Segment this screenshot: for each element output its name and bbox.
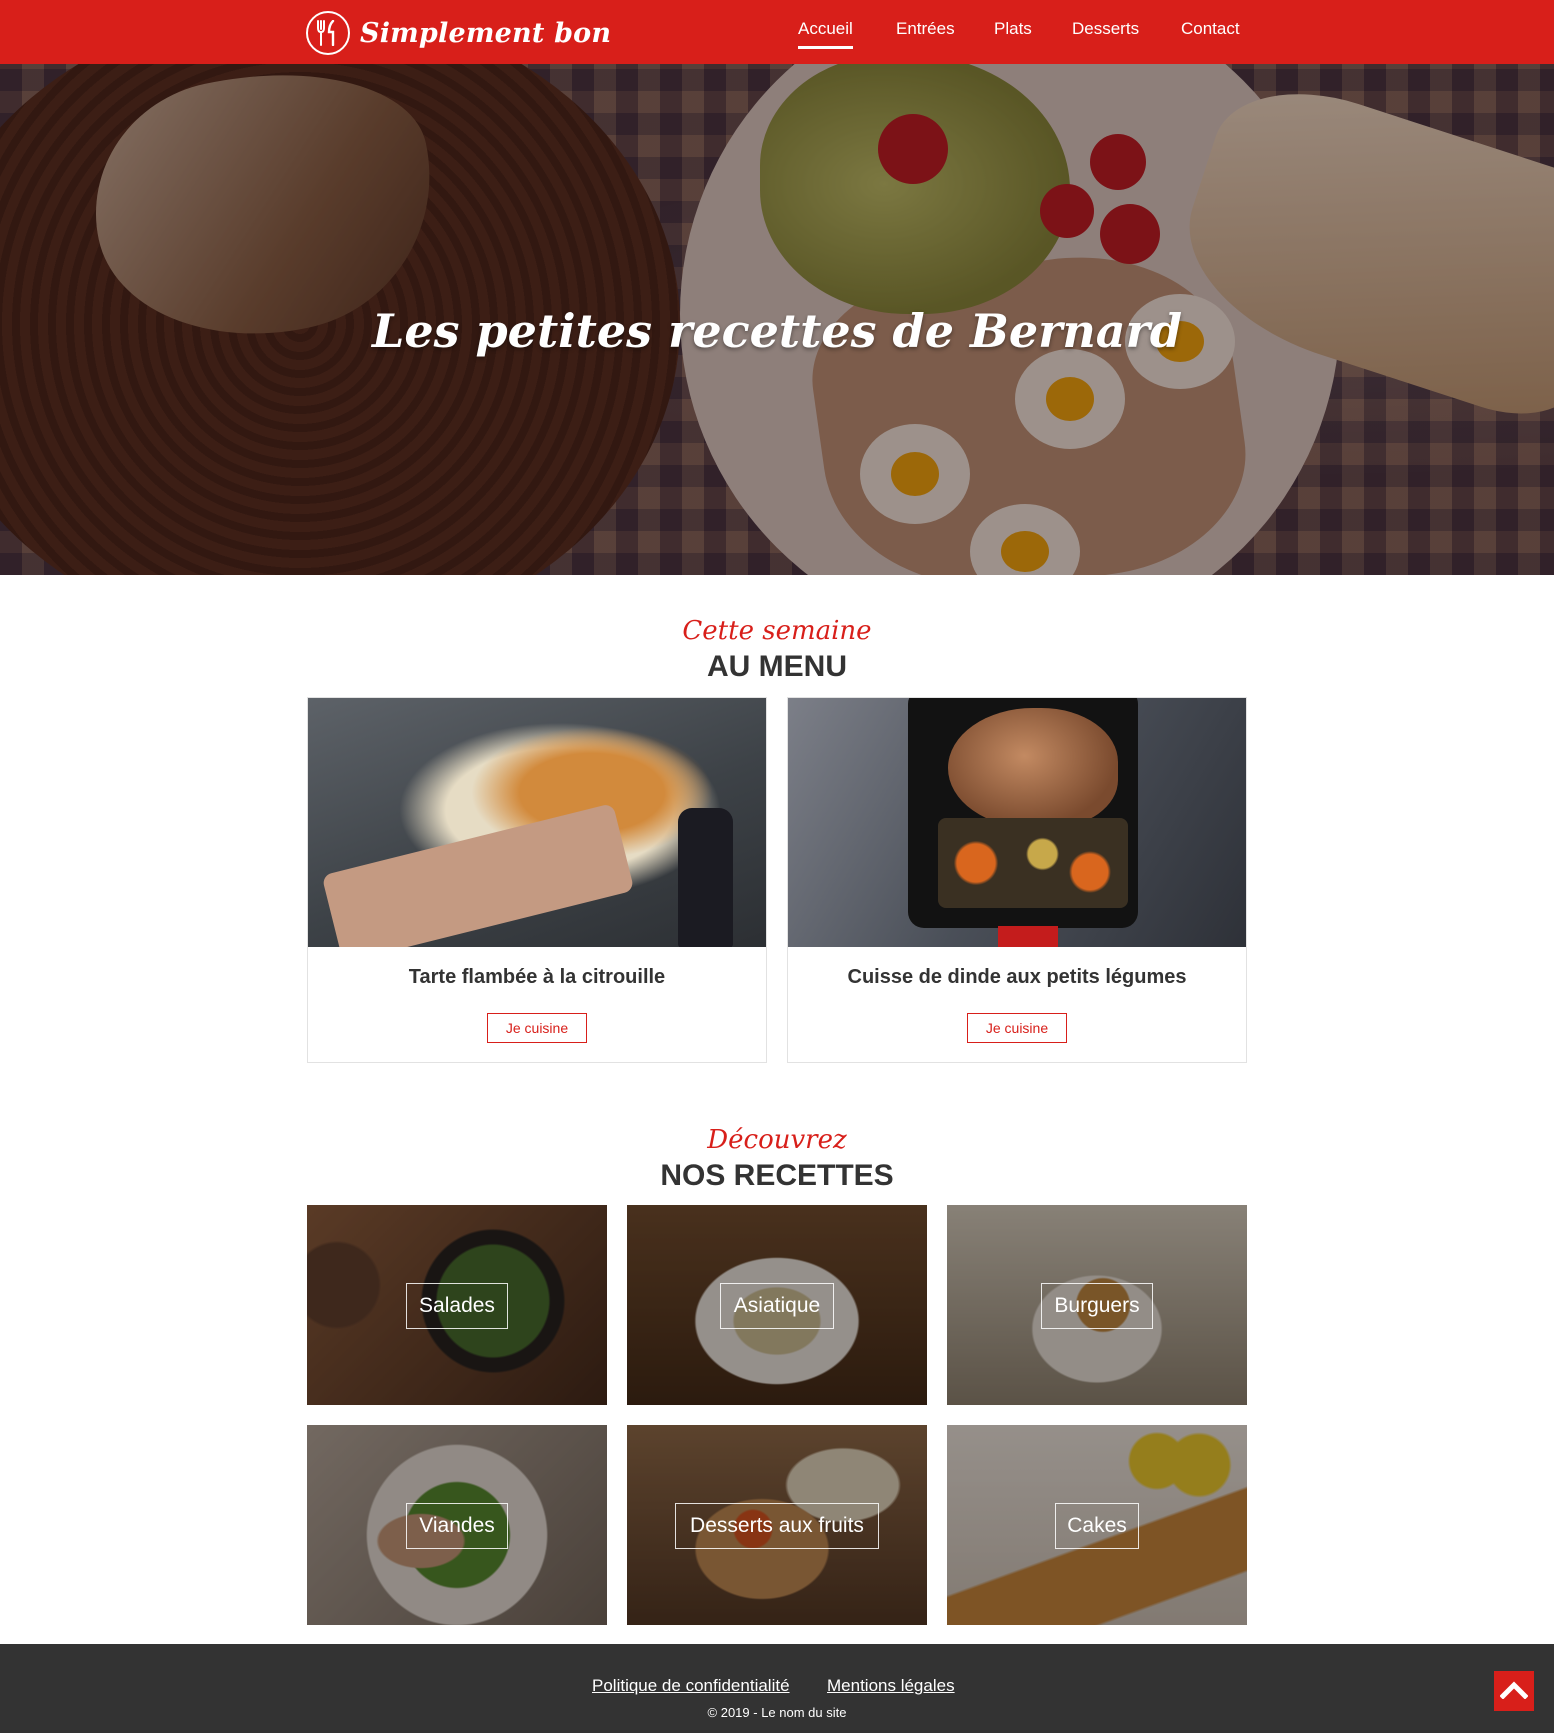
recipe-tile-label: Desserts aux fruits [675,1503,879,1549]
legal-notice-link[interactable]: Mentions légales [827,1676,955,1696]
recipes-section-title: NOS RECETTES [660,1159,894,1192]
site-logo[interactable]: Simplement bon [306,11,611,55]
recipe-tile-salades[interactable]: Salades [307,1205,607,1405]
main-nav: Accueil Entrées Plats Desserts Contact [790,0,1250,64]
recipe-tile-asiatique[interactable]: Asiatique [627,1205,927,1405]
copyright-text: © 2019 - Le nom du site [707,1705,847,1720]
pan-handle-graphic [998,926,1058,947]
fork-knife-icon [306,11,350,55]
nav-contact[interactable]: Contact [1181,19,1240,39]
bottle-graphic [678,808,733,947]
menu-card: Cuisse de dinde aux petits légumes Je cu… [787,697,1247,1063]
site-logo-text: Simplement bon [360,17,612,49]
menu-section-title: AU MENU [707,650,847,683]
nav-entrees[interactable]: Entrées [896,19,955,39]
nav-accueil[interactable]: Accueil [798,19,853,49]
cutting-board-graphic [321,803,635,947]
recipe-tile-label: Salades [406,1283,508,1329]
nav-desserts[interactable]: Desserts [1072,19,1139,39]
tarte-flambee-image [308,698,766,947]
roast-meat-graphic [948,708,1118,828]
menu-card-title: Cuisse de dinde aux petits légumes [847,966,1187,988]
hero-banner: Les petites recettes de Bernard [0,64,1554,575]
back-to-top-button[interactable] [1494,1671,1534,1711]
hero-title: Les petites recettes de Bernard [371,304,1183,358]
recipe-tile-cakes[interactable]: Cakes [947,1425,1247,1625]
recipe-tile-label: Cakes [1055,1503,1139,1549]
vegetables-graphic [938,818,1128,908]
nav-plats[interactable]: Plats [994,19,1032,39]
cuisse-dinde-image [788,698,1246,947]
recipe-tile-label: Burguers [1041,1283,1153,1329]
recipe-tile-burguers[interactable]: Burguers [947,1205,1247,1405]
recipe-tile-desserts-aux-fruits[interactable]: Desserts aux fruits [627,1425,927,1625]
menu-card-title: Tarte flambée à la citrouille [408,966,666,988]
privacy-policy-link[interactable]: Politique de confidentialité [592,1676,790,1696]
menu-section-script: Cette semaine [682,616,872,646]
je-cuisine-button[interactable]: Je cuisine [487,1013,587,1043]
chevron-up-icon [1499,1679,1529,1704]
recipe-tile-label: Viandes [406,1503,508,1549]
site-footer: Politique de confidentialité Mentions lé… [0,1644,1554,1733]
menu-card: Tarte flambée à la citrouille Je cuisine [307,697,767,1063]
recipe-tile-label: Asiatique [720,1283,834,1329]
recipes-section-script: Découvrez [707,1125,847,1155]
site-header: Simplement bon Accueil Entrées Plats Des… [0,0,1554,64]
recipe-tile-viandes[interactable]: Viandes [307,1425,607,1625]
je-cuisine-button[interactable]: Je cuisine [967,1013,1067,1043]
